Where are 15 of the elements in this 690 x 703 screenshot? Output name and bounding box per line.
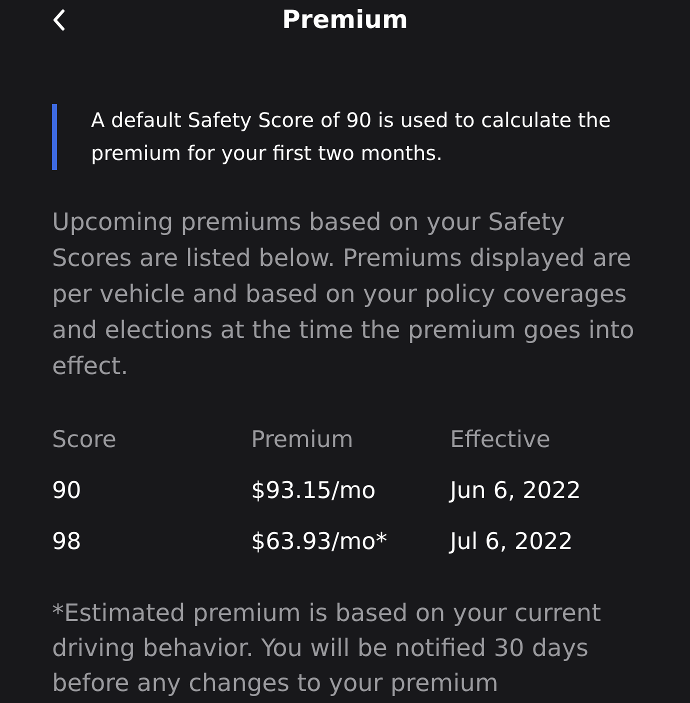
notice-text: A default Safety Score of 90 is used to calculate the premium for your first two months.	[91, 107, 612, 167]
footnote-text: *Estimated premium is based on your current driving behavior. You will be notified 30 days before any changes to your premium	[52, 598, 602, 699]
table-cell-text: $63.93/mo*	[251, 528, 388, 558]
table-cell-text: 90	[52, 477, 82, 506]
table-cell-text: $93.15/mo	[251, 477, 377, 506]
column-header: Effective	[450, 426, 552, 455]
notice-accent-bar	[52, 104, 57, 170]
table-cell-text: 98	[52, 528, 82, 558]
column-header: Score	[52, 426, 118, 455]
table-cell-text: Jul 6, 2022	[450, 528, 574, 558]
back-chevron-icon	[52, 9, 66, 31]
table-cell-text: Jun 6, 2022	[450, 477, 582, 506]
description-text: Upcoming premiums based on your Safety Scores are listed below. Premiums displayed are per vehicle and based on your policy coverages and elections at the time the premium goes into effect.	[52, 207, 636, 382]
column-header: Premium	[251, 426, 354, 455]
page-title: Premium	[282, 4, 408, 36]
